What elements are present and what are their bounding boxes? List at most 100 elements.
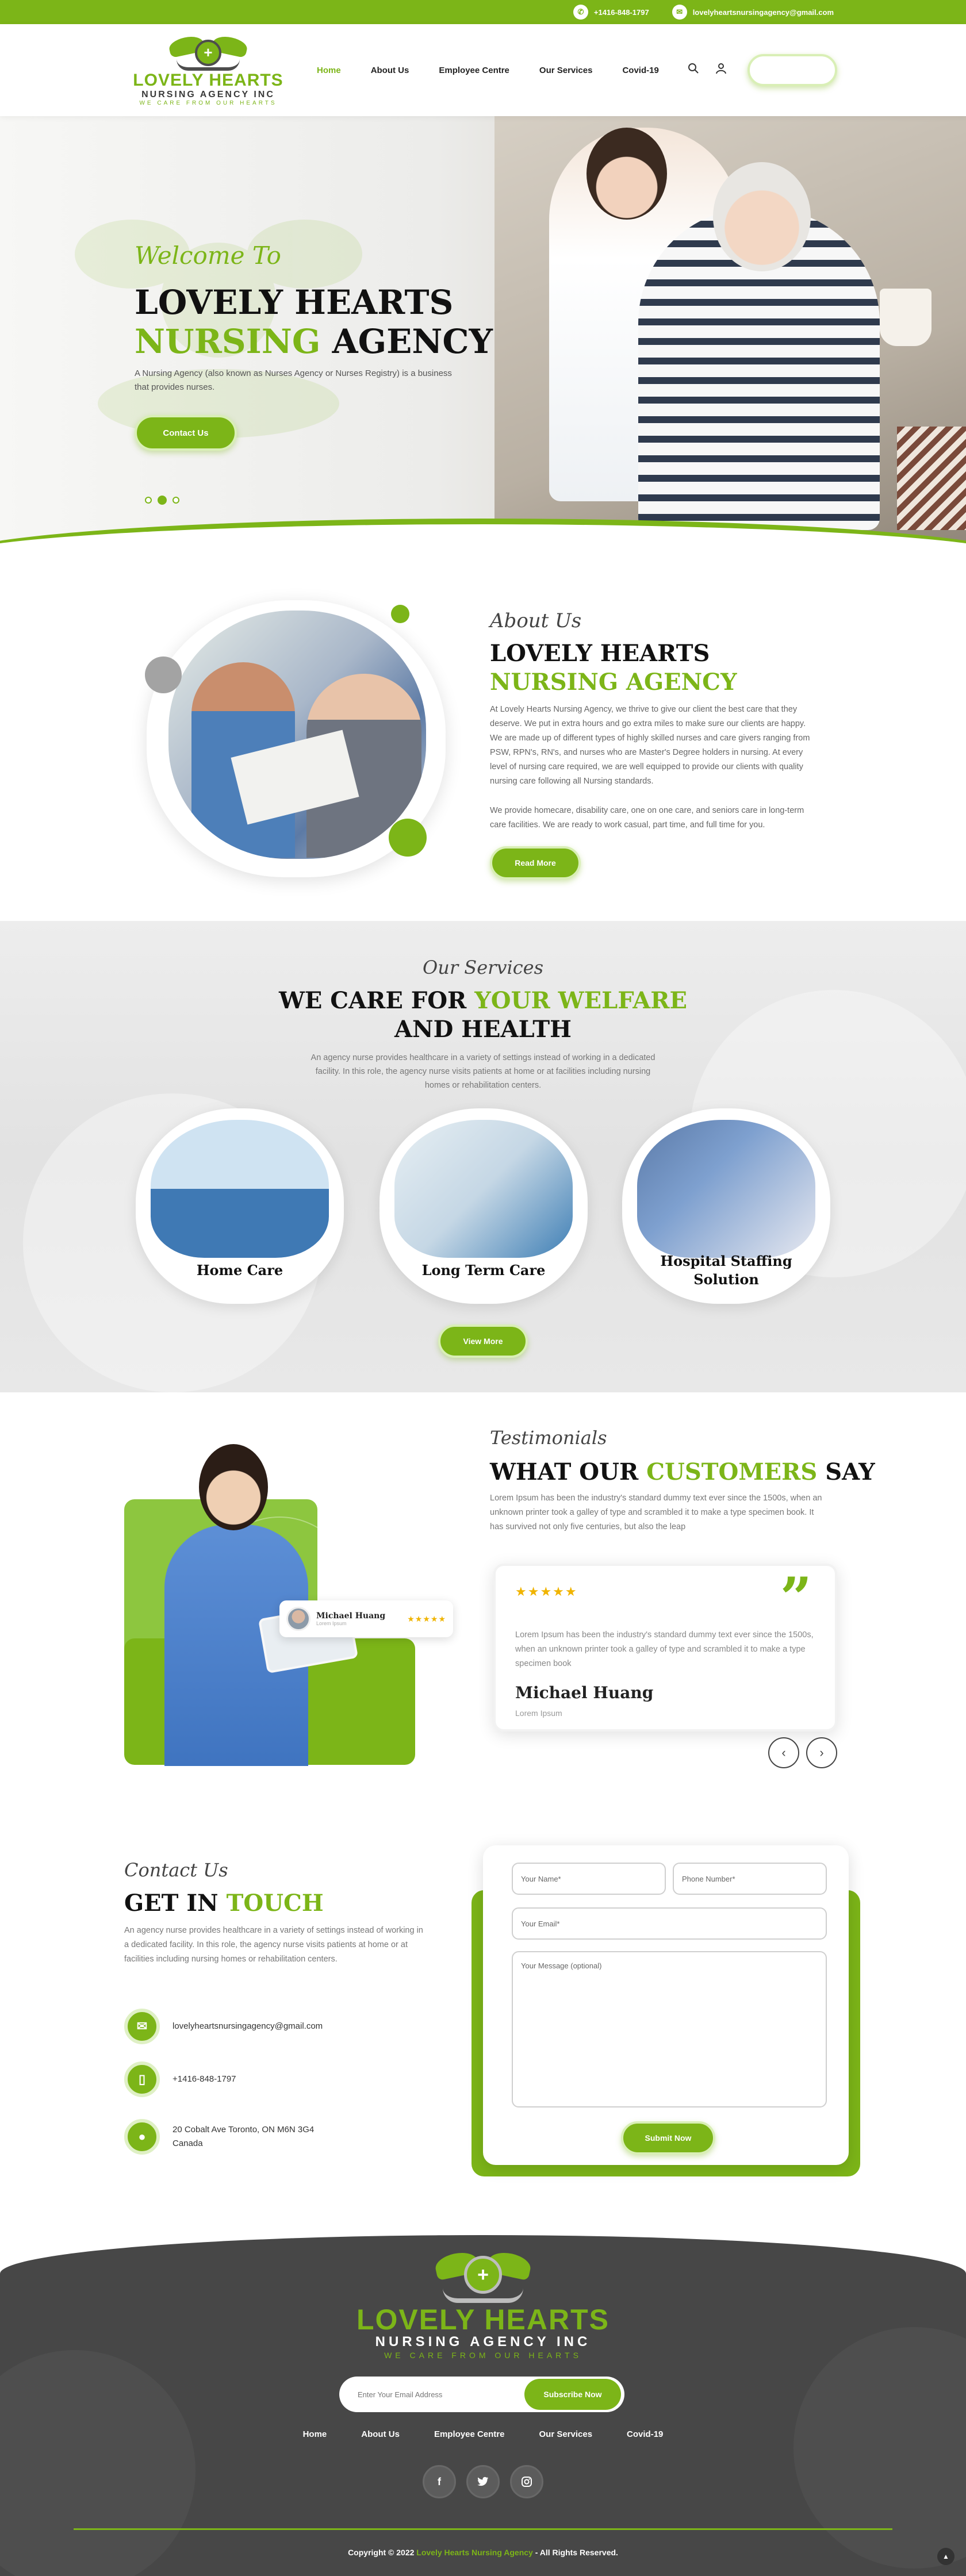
services-description: An agency nurse provides healthcare in a… — [310, 1053, 656, 1090]
scroll-to-top-icon[interactable]: ▲ — [937, 2548, 954, 2565]
nav-home[interactable]: Home — [317, 66, 341, 75]
testimonials-title: WHAT OUR CUSTOMERS SAY — [490, 1458, 875, 1487]
hero-contact-button[interactable]: Contact Us — [135, 415, 237, 451]
view-more-button[interactable]: View More — [438, 1325, 528, 1358]
header-contact-button[interactable]: Contact Us — [747, 54, 837, 86]
decor-circle-small — [391, 605, 409, 623]
search-icon[interactable] — [688, 63, 699, 78]
about-title: LOVELY HEARTS NURSING AGENCY — [490, 639, 789, 697]
hero-title: LOVELY HEARTS NURSING AGENCY — [135, 283, 493, 361]
copyright-suffix: - All Rights Reserved. — [535, 2548, 618, 2557]
service-card-home-care[interactable]: Home Care — [136, 1108, 344, 1304]
testimonials-label: Testimonials — [490, 1427, 607, 1449]
top-bar: ✆ +1416-848-1797 ✉ lovelyheartsnursingag… — [0, 0, 966, 24]
service-image — [394, 1120, 573, 1258]
footer-logo[interactable]: + LOVELY HEARTS NURSING AGENCY INC WE CA… — [0, 2248, 966, 2360]
instagram-icon[interactable] — [510, 2465, 543, 2498]
services-title-black2: AND HEALTH — [394, 1016, 572, 1043]
phone-field[interactable]: Phone Number* — [673, 1863, 827, 1895]
social-links: f — [0, 2465, 966, 2498]
contact-form: Your Name* Phone Number* Your Email* You… — [483, 1845, 849, 2165]
service-image — [637, 1120, 815, 1258]
facebook-icon[interactable]: f — [423, 2465, 456, 2498]
footer-nav: Home About Us Employee Centre Our Servic… — [0, 2429, 966, 2439]
mini-review-sub: Lorem Ipsum — [316, 1621, 347, 1626]
contact-title-green: TOUCH — [226, 1890, 324, 1917]
about-paragraph-2: We provide homecare, disability care, on… — [490, 806, 804, 830]
topbar-phone[interactable]: ✆ +1416-848-1797 — [573, 5, 649, 20]
email-field[interactable]: Your Email* — [512, 1907, 827, 1940]
slider-dots — [145, 496, 179, 505]
footer-nav-home[interactable]: Home — [303, 2429, 327, 2439]
footer-nav-our-services[interactable]: Our Services — [539, 2429, 592, 2439]
hero-photo-nurse-and-senior — [494, 116, 966, 565]
contact-phone: +1416-848-1797 — [172, 2074, 236, 2084]
submit-button[interactable]: Submit Now — [621, 2121, 715, 2155]
nav-covid-19[interactable]: Covid-19 — [622, 66, 658, 75]
nav-our-services[interactable]: Our Services — [539, 66, 593, 75]
newsletter-form: Enter Your Email Address Subscribe Now — [339, 2377, 624, 2412]
newsletter-email-input[interactable]: Enter Your Email Address — [358, 2390, 524, 2399]
copyright-prefix: Copyright © 2022 — [348, 2548, 415, 2557]
chevron-left-icon[interactable]: ‹ — [768, 1737, 799, 1768]
footer-divider — [74, 2528, 892, 2530]
message-field[interactable]: Your Message (optional) — [512, 1951, 827, 2107]
about-label: About Us — [490, 609, 582, 632]
slider-dot-1[interactable] — [145, 497, 152, 504]
service-title: Long Term Care — [421, 1262, 546, 1279]
address-line1: 20 Cobalt Ave Toronto, ON M6N 3G4 — [172, 2125, 315, 2134]
testimonial-role: Lorem Ipsum — [515, 1709, 562, 1718]
user-icon[interactable] — [715, 63, 727, 78]
avatar — [286, 1607, 310, 1631]
topbar-email[interactable]: ✉ lovelyheartsnursingagency@gmail.com — [672, 5, 834, 20]
services-title-black: WE CARE FOR — [278, 987, 467, 1014]
star-rating: ★★★★★ — [407, 1614, 446, 1623]
services-label: Our Services — [422, 957, 544, 978]
about-paragraph-1: At Lovely Hearts Nursing Agency, we thri… — [490, 705, 810, 786]
heart-cross-icon: + — [464, 2256, 502, 2294]
testimonials-description: Lorem Ipsum has been the industry's stan… — [490, 1494, 822, 1531]
about-image — [168, 611, 426, 859]
decor-circle-green — [389, 819, 427, 857]
slider-dot-2[interactable] — [158, 496, 167, 505]
footer-nav-covid-19[interactable]: Covid-19 — [627, 2429, 663, 2439]
chevron-right-icon[interactable]: › — [806, 1737, 837, 1768]
copyright: Copyright © 2022 Lovely Hearts Nursing A… — [0, 2548, 966, 2557]
about-title-black: LOVELY HEARTS — [490, 640, 710, 667]
contact-address-row: ● 20 Cobalt Ave Toronto, ON M6N 3G4 Cana… — [124, 2119, 314, 2155]
service-card-hospital-staffing[interactable]: Hospital Staffing Solution — [622, 1108, 830, 1304]
slider-dot-3[interactable] — [172, 497, 179, 504]
subscribe-button[interactable]: Subscribe Now — [524, 2379, 621, 2410]
footer-nav-about-us[interactable]: About Us — [361, 2429, 400, 2439]
contact-label: Contact Us — [124, 1859, 228, 1881]
phone-icon: ✆ — [573, 5, 588, 20]
contact-address: 20 Cobalt Ave Toronto, ON M6N 3G4 Canada — [172, 2123, 314, 2151]
logo-line2: NURSING AGENCY INC — [141, 89, 275, 99]
testimonials-title-black2: SAY — [825, 1458, 875, 1485]
read-more-button[interactable]: Read More — [490, 846, 581, 880]
footer-nav-employee-centre[interactable]: Employee Centre — [434, 2429, 505, 2439]
contact-email-row[interactable]: ✉ lovelyheartsnursingagency@gmail.com — [124, 2009, 323, 2044]
hero-title-rest: AGENCY — [332, 322, 493, 361]
mini-review-card: Michael Huang Lorem Ipsum ★★★★★ — [279, 1600, 453, 1637]
footer-logo-mark: + — [433, 2248, 533, 2305]
nav-about-us[interactable]: About Us — [371, 66, 409, 75]
testimonials-title-green: CUSTOMERS — [646, 1458, 818, 1485]
logo-line1: LOVELY HEARTS — [133, 70, 283, 90]
name-field[interactable]: Your Name* — [512, 1863, 666, 1895]
testimonial-text: Lorem Ipsum has been the industry's stan… — [515, 1630, 814, 1668]
site-header: + LOVELY HEARTS NURSING AGENCY INC WE CA… — [0, 24, 966, 116]
site-footer: + LOVELY HEARTS NURSING AGENCY INC WE CA… — [0, 2235, 966, 2576]
site-logo[interactable]: + LOVELY HEARTS NURSING AGENCY INC WE CA… — [125, 33, 292, 106]
twitter-icon[interactable] — [466, 2465, 500, 2498]
phone-icon: ▯ — [124, 2061, 160, 2097]
testimonial-name: Michael Huang — [515, 1683, 654, 1702]
contact-phone-row[interactable]: ▯ +1416-848-1797 — [124, 2061, 236, 2097]
footer-logo-line2: NURSING AGENCY INC — [375, 2334, 591, 2350]
service-card-long-term-care[interactable]: Long Term Care — [379, 1108, 588, 1304]
nav-employee-centre[interactable]: Employee Centre — [439, 66, 509, 75]
service-image — [151, 1120, 329, 1258]
address-line2: Canada — [172, 2139, 203, 2148]
copyright-brand[interactable]: Lovely Hearts Nursing Agency — [416, 2548, 533, 2557]
hero-slider: Welcome To LOVELY HEARTS NURSING AGENCY … — [0, 116, 966, 565]
